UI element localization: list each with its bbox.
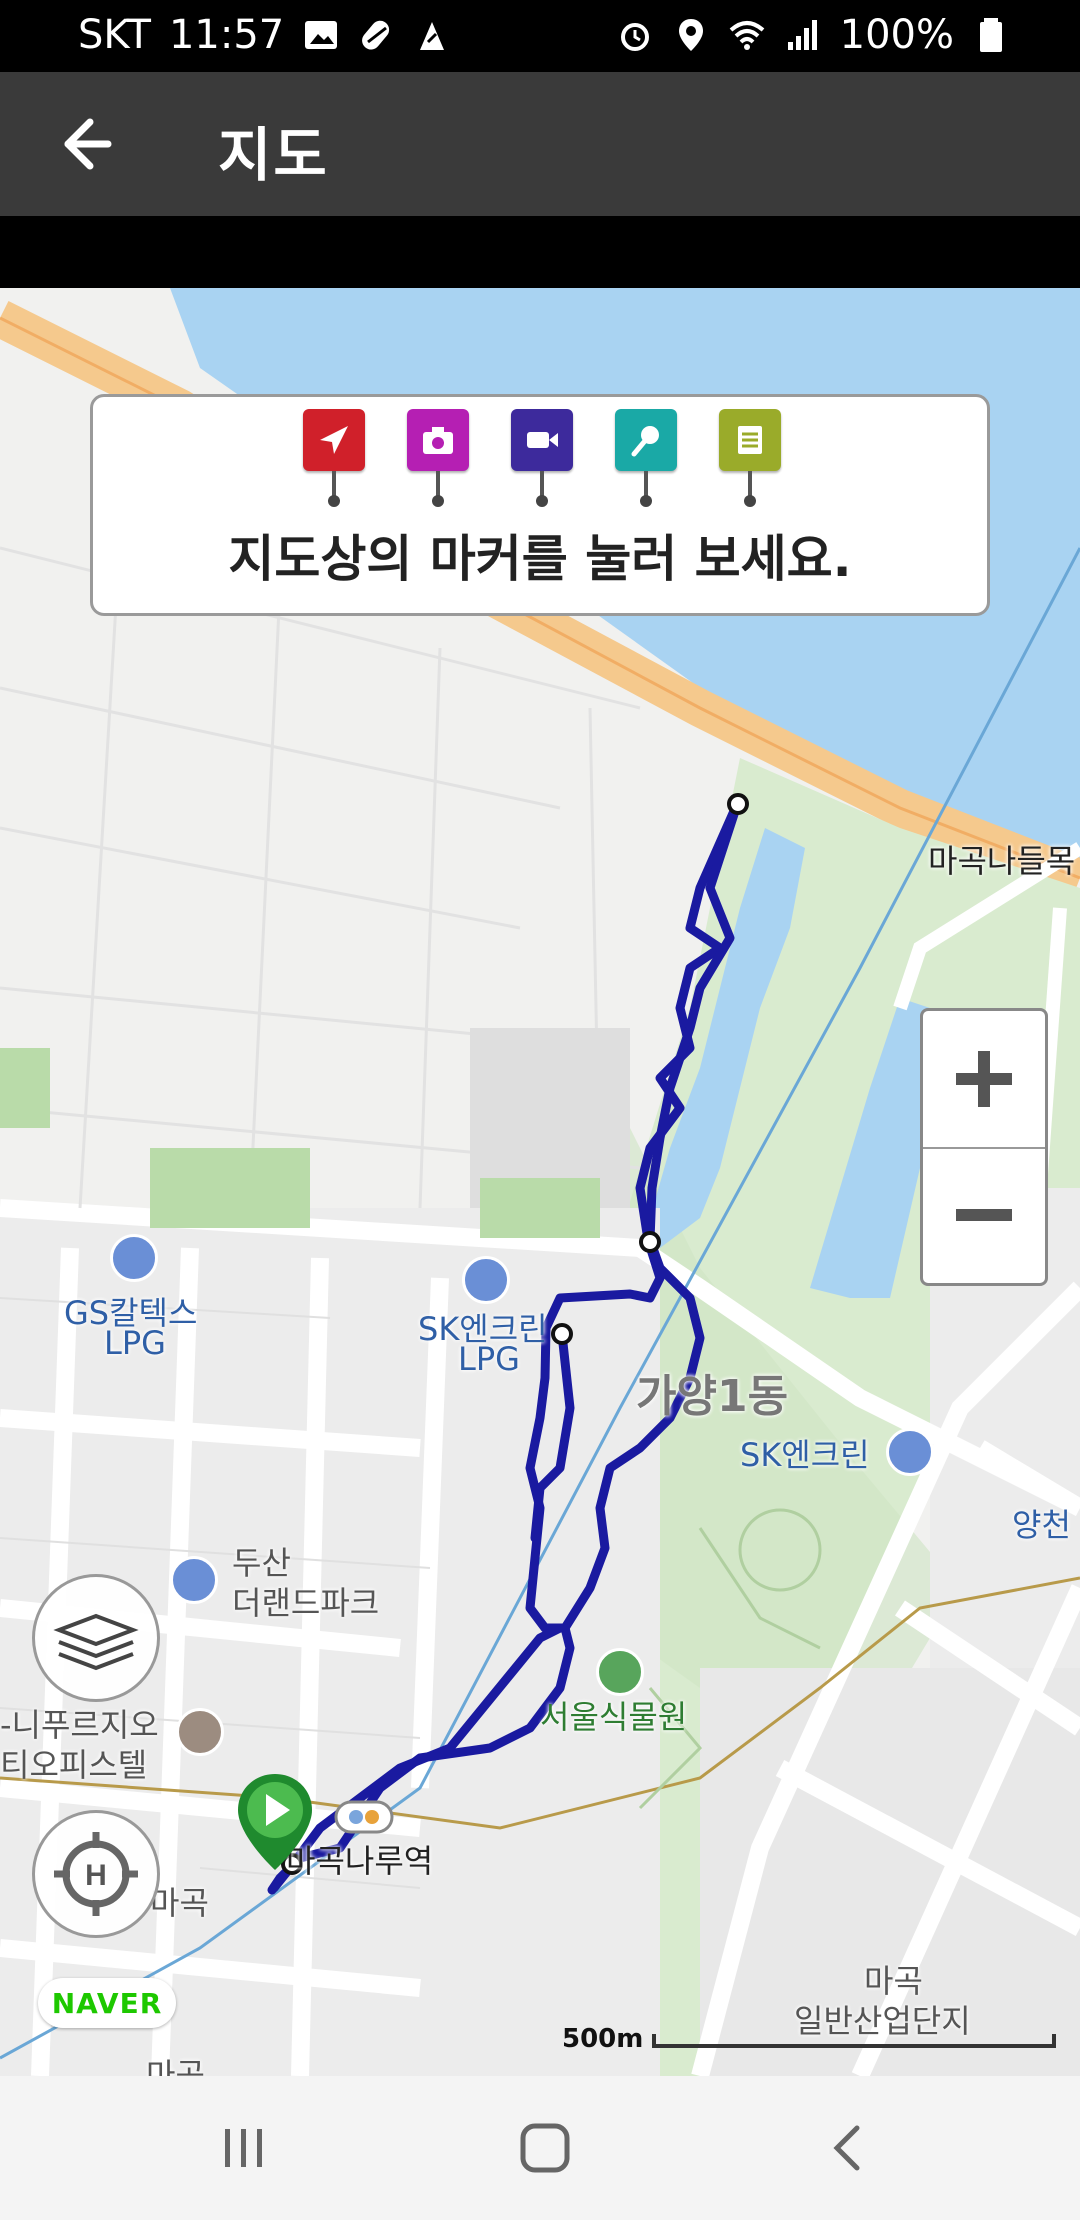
memo-icon bbox=[738, 426, 762, 454]
home-button[interactable] bbox=[505, 2116, 585, 2180]
gas-station-icon[interactable] bbox=[110, 1234, 158, 1282]
battery-icon bbox=[980, 18, 1002, 52]
image-notification-icon bbox=[305, 21, 338, 49]
map-label-bottom: 마곡 bbox=[146, 2056, 205, 2076]
home-icon bbox=[520, 2123, 570, 2173]
location-icon bbox=[678, 19, 703, 51]
map-label-doosan-sub: 더랜드파크 bbox=[232, 1584, 380, 1622]
marker-photo bbox=[407, 409, 469, 509]
map-label-station-upper: 마곡나들목 bbox=[928, 842, 1076, 880]
naver-logo: NAVER bbox=[38, 1978, 176, 2028]
map-label-yangcheon: 양천 bbox=[1012, 1506, 1071, 1544]
layers-icon bbox=[53, 1613, 139, 1671]
map-label-district: 가양1동 bbox=[636, 1371, 789, 1422]
gas-station-icon[interactable] bbox=[886, 1428, 934, 1476]
map-view[interactable]: 마곡나들목 GS칼텍스 LPG SK엔크린 LPG 가양1동 SK엔크린 양천 … bbox=[0, 288, 1080, 2076]
time-label: 11:57 bbox=[168, 12, 285, 58]
recent-apps-icon bbox=[225, 2129, 262, 2167]
wifi-icon bbox=[729, 21, 764, 50]
map-label-sk-lpg-sub: LPG bbox=[458, 1340, 520, 1378]
my-location-button[interactable]: H bbox=[32, 1810, 160, 1938]
map-scale-label: 500m bbox=[562, 2024, 644, 2054]
alarm-icon bbox=[620, 23, 649, 51]
map-label-officetel-sub: 티오피스텔 bbox=[0, 1746, 148, 1784]
marker-location bbox=[303, 409, 365, 509]
plus-icon bbox=[956, 1051, 1012, 1107]
map-label-botanic: 서울식물원 bbox=[540, 1698, 688, 1736]
recent-apps-button[interactable] bbox=[204, 2116, 284, 2180]
zoom-out-button[interactable] bbox=[923, 1147, 1045, 1283]
back-arrow-icon[interactable] bbox=[50, 112, 120, 176]
tree-icon[interactable] bbox=[596, 1648, 644, 1696]
location-arrow-icon bbox=[320, 426, 348, 454]
signal-icon bbox=[787, 20, 817, 50]
start-marker-icon[interactable] bbox=[232, 1770, 318, 1874]
microphone-icon bbox=[631, 426, 659, 457]
camera-icon bbox=[423, 427, 453, 454]
crosshair-icon: H bbox=[54, 1832, 138, 1916]
map-label-gs-lpg-sub: LPG bbox=[104, 1324, 166, 1362]
video-icon bbox=[527, 432, 558, 448]
marker-guide-text: 지도상의 마커를 눌러 보세요. bbox=[228, 530, 852, 588]
pill-notification-icon bbox=[362, 20, 390, 50]
system-nav-bar bbox=[0, 2076, 1080, 2220]
svg-text:H: H bbox=[85, 1859, 107, 1892]
marker-guide-card: 지도상의 마커를 눌러 보세요. bbox=[90, 394, 990, 616]
page-title: 지도 bbox=[218, 121, 329, 189]
route-notification-icon bbox=[420, 22, 445, 50]
subway-icon bbox=[334, 1800, 394, 1834]
back-icon bbox=[833, 2125, 860, 2171]
toolbar-spacer bbox=[0, 216, 1080, 288]
minus-icon bbox=[956, 1209, 1012, 1221]
app-bar: 지도 bbox=[0, 72, 1080, 216]
officetel-icon[interactable] bbox=[176, 1708, 224, 1756]
back-button[interactable] bbox=[808, 2116, 888, 2180]
gas-station-icon[interactable] bbox=[462, 1256, 510, 1304]
map-scale-bar bbox=[652, 2034, 1056, 2048]
zoom-in-button[interactable] bbox=[923, 1011, 1045, 1149]
battery-percent: 100% bbox=[839, 12, 954, 58]
status-bar: SKT 11:57 100% bbox=[0, 0, 1080, 72]
layers-button[interactable] bbox=[32, 1574, 160, 1702]
marker-memo bbox=[719, 409, 781, 509]
carrier-label: SKT bbox=[78, 12, 151, 58]
zoom-controls bbox=[920, 1008, 1048, 1286]
map-label-sk-station: SK엔크린 bbox=[740, 1436, 870, 1474]
building-icon[interactable] bbox=[170, 1556, 218, 1604]
marker-voice bbox=[615, 409, 677, 509]
marker-video bbox=[511, 409, 573, 509]
